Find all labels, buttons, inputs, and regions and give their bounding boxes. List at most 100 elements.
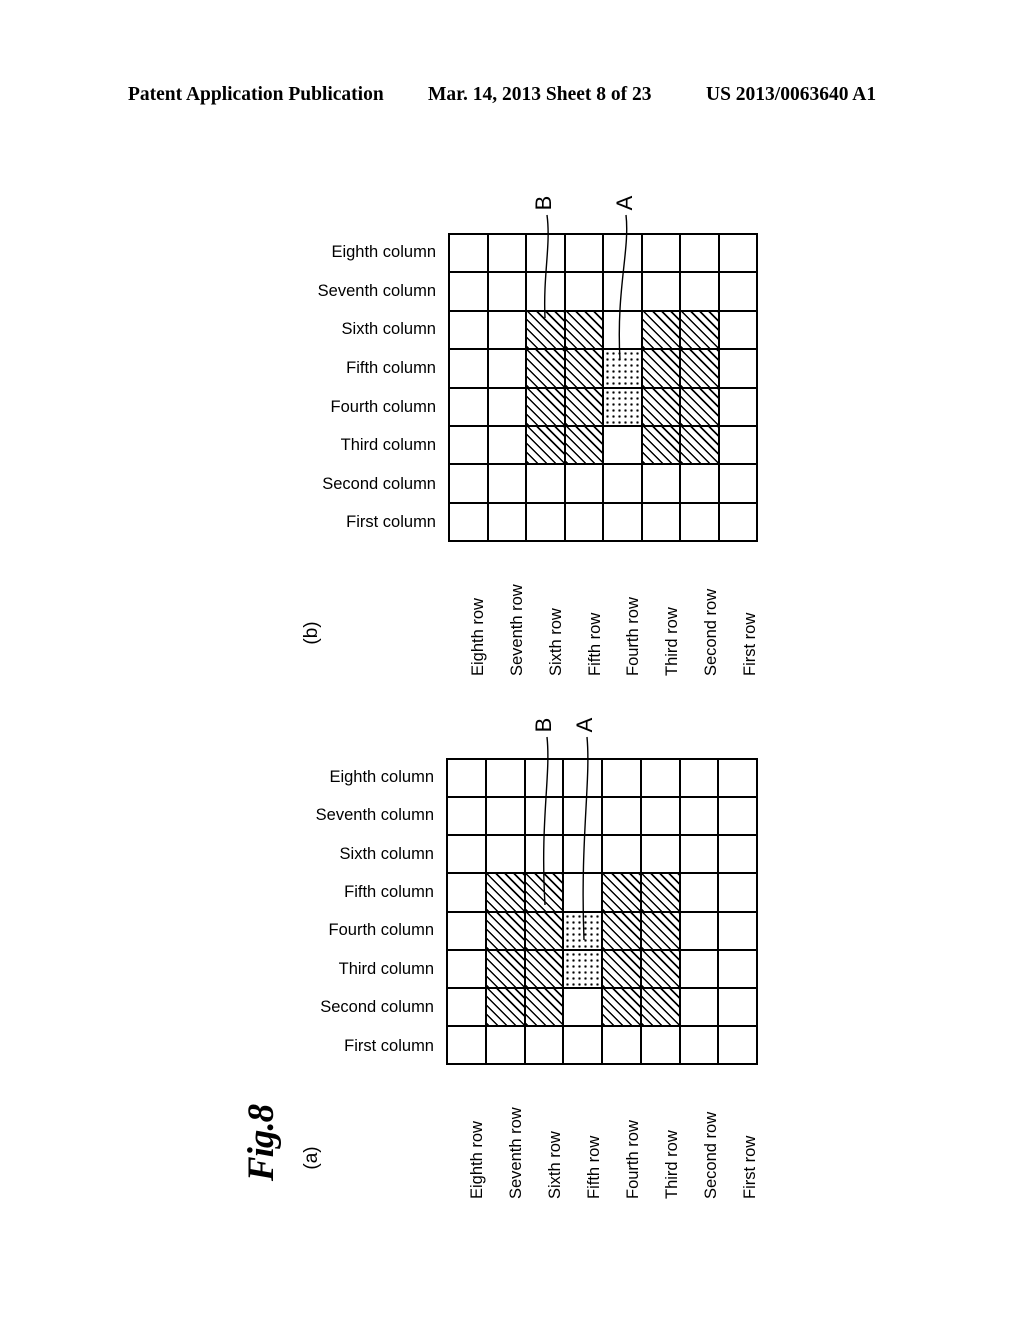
- grid-cell: [488, 235, 527, 274]
- grid-cell: [642, 235, 681, 274]
- panel-a-grid: [446, 758, 758, 1065]
- grid-cell: [565, 426, 604, 466]
- grid-cell: [642, 311, 681, 351]
- grid-cell: [564, 760, 603, 799]
- grid-cell: [719, 503, 758, 542]
- grid-cell: [719, 426, 758, 466]
- grid-cell: [641, 988, 681, 1027]
- grid-cell: [527, 388, 566, 427]
- row-label-slot: Fourth row: [603, 542, 642, 676]
- grid-cell: [564, 798, 603, 837]
- grid-cell: [681, 350, 720, 389]
- grid-cell: [488, 465, 527, 504]
- column-label: Eighth column: [331, 243, 436, 262]
- column-label: Fourth column: [328, 921, 434, 940]
- grid-cell: [641, 1026, 681, 1065]
- panel-b-row-labels: Eighth row Seventh row Sixth row Fifth r…: [448, 542, 759, 676]
- grid-cell: [719, 798, 758, 837]
- grid-cell: [603, 760, 642, 799]
- grid-cell: [486, 874, 526, 913]
- publication-date-sheet-label: Mar. 14, 2013 Sheet 8 of 23: [428, 84, 652, 105]
- grid-cell: [525, 950, 565, 989]
- grid-cell: [603, 912, 642, 951]
- grid-cell: [527, 235, 566, 274]
- grid-cell: [719, 874, 758, 913]
- grid-cell: [448, 988, 487, 1027]
- grid-cell: [450, 426, 489, 466]
- row-label-slot: Third row: [642, 542, 681, 676]
- grid-cell: [527, 503, 566, 542]
- row-label-slot: Fifth row: [563, 1065, 603, 1199]
- row-label-slot: Seventh row: [487, 542, 526, 676]
- column-label: Third column: [340, 436, 436, 455]
- grid-cell: [565, 503, 604, 542]
- grid-cell: [681, 235, 720, 274]
- grid-cell: [525, 798, 565, 837]
- grid-cell: [488, 273, 527, 312]
- row-label-slot: First row: [719, 1065, 759, 1199]
- grid-cell: [604, 503, 643, 542]
- column-label: Fourth column: [330, 397, 436, 416]
- grid-cell: [564, 874, 603, 913]
- grid-cell: [450, 350, 489, 389]
- grid-cell: [719, 836, 758, 875]
- grid-cell: [486, 760, 526, 799]
- grid-cell: [564, 912, 603, 951]
- grid-cell: [565, 465, 604, 504]
- grid-cell: [448, 1026, 487, 1065]
- figure-panel-a: Eighth column Seventh column Sixth colum…: [316, 758, 759, 1199]
- grid-cell: [486, 912, 526, 951]
- publication-type-label: Patent Application Publication: [128, 84, 384, 105]
- row-label-slot: Sixth row: [526, 542, 565, 676]
- grid-cell: [564, 950, 603, 989]
- grid-cell: [681, 273, 720, 312]
- grid-cell: [564, 988, 603, 1027]
- grid-cell: [719, 273, 758, 312]
- grid-cell: [527, 465, 566, 504]
- grid-cell: [448, 798, 487, 837]
- grid-cell: [681, 426, 720, 466]
- grid-cell: [525, 988, 565, 1027]
- panel-b-grid: [448, 233, 758, 542]
- column-label: Seventh column: [315, 806, 434, 825]
- grid-cell: [525, 874, 565, 913]
- grid-cell: [642, 503, 681, 542]
- grid-cell: [680, 988, 720, 1027]
- grid-cell: [604, 350, 643, 389]
- column-label: First column: [346, 513, 436, 532]
- callout-letter-a-panela: A: [572, 717, 597, 733]
- grid-cell: [641, 950, 681, 989]
- column-label: Third column: [338, 959, 434, 978]
- row-label-slot: Eighth row: [446, 1065, 486, 1199]
- row-label-slot: First row: [719, 542, 759, 676]
- grid-cell: [719, 912, 758, 951]
- grid-cell: [450, 388, 489, 427]
- grid-cell: [488, 311, 527, 351]
- row-label-slot: Fourth row: [602, 1065, 642, 1199]
- row-label-slot: Second row: [681, 542, 720, 676]
- grid-cell: [565, 235, 604, 274]
- grid-cell: [681, 311, 720, 351]
- row-label-slot: Sixth row: [524, 1065, 564, 1199]
- grid-cell: [448, 912, 487, 951]
- grid-cell: [450, 311, 489, 351]
- grid-cell: [450, 273, 489, 312]
- panel-a-column-labels: Eighth column Seventh column Sixth colum…: [286, 758, 446, 1065]
- grid-cell: [603, 1026, 642, 1065]
- grid-cell: [642, 465, 681, 504]
- grid-cell: [603, 988, 642, 1027]
- grid-cell: [681, 388, 720, 427]
- panel-b-column-labels: Eighth column Seventh column Sixth colum…: [288, 233, 448, 542]
- grid-cell: [565, 311, 604, 351]
- grid-cell: [719, 388, 758, 427]
- column-label: First column: [344, 1036, 434, 1055]
- grid-cell: [641, 798, 681, 837]
- grid-cell: [642, 426, 681, 466]
- grid-cell: [680, 874, 720, 913]
- publication-number-label: US 2013/0063640 A1: [706, 84, 877, 105]
- grid-cell: [488, 350, 527, 389]
- grid-cell: [565, 388, 604, 427]
- column-label: Eighth column: [329, 767, 434, 786]
- column-label: Sixth column: [339, 844, 434, 863]
- grid-cell: [719, 988, 758, 1027]
